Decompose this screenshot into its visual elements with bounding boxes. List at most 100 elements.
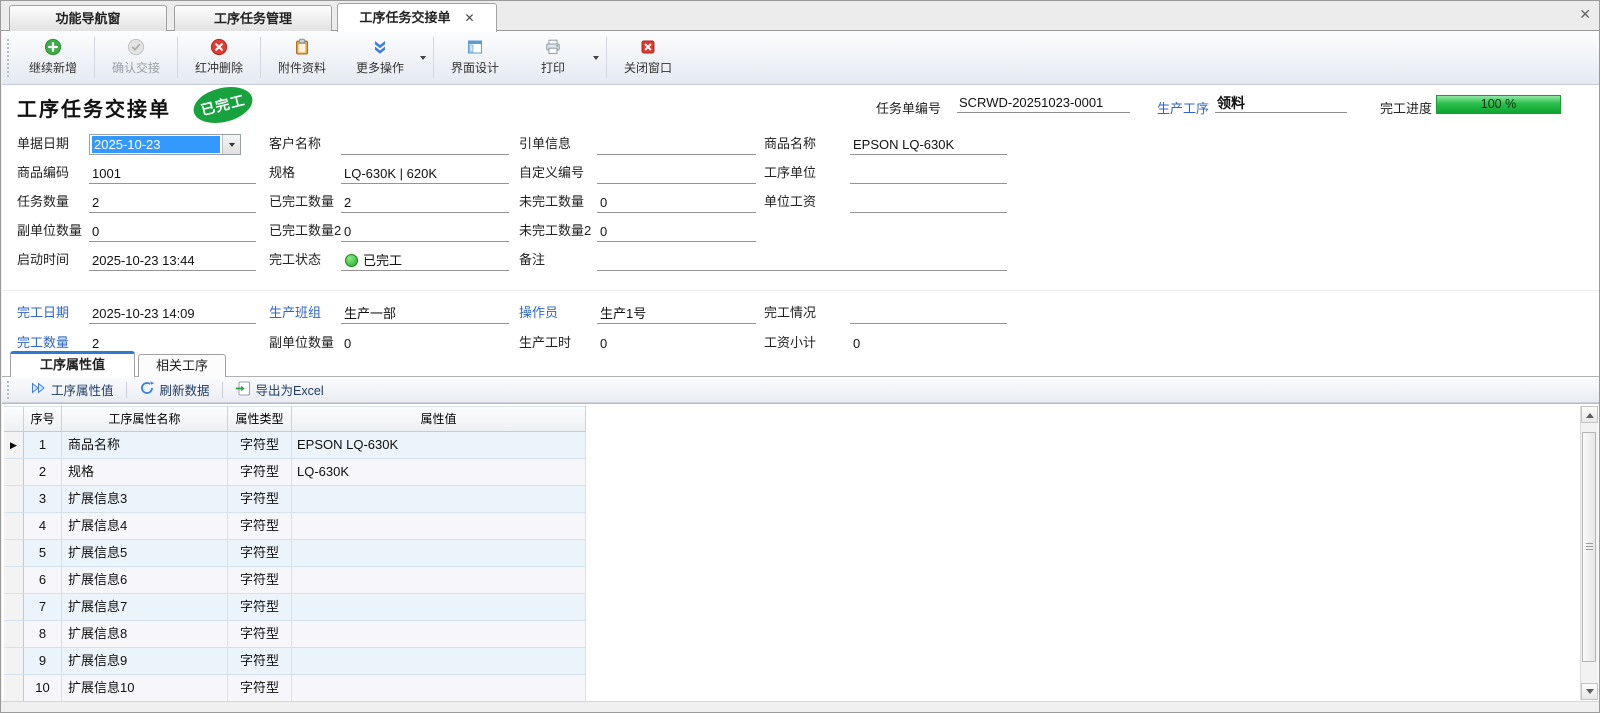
row-no-cell[interactable]: 1 <box>24 432 62 459</box>
attr-type-cell[interactable]: 字符型 <box>228 675 292 701</box>
attr-type-cell[interactable]: 字符型 <box>228 459 292 486</box>
attr-name-cell[interactable]: 扩展信息9 <box>62 648 228 675</box>
attr-type-cell[interactable]: 字符型 <box>228 567 292 594</box>
ui-design-button[interactable]: 界面设计 <box>436 31 514 84</box>
tab-process-attributes[interactable]: 工序属性值 <box>10 351 135 377</box>
tab-process-task-mgmt[interactable]: 工序任务管理 <box>174 5 332 31</box>
refresh-data-button[interactable]: 刷新数据 <box>129 379 220 401</box>
delete-circle-icon <box>210 38 228 56</box>
attr-value-cell[interactable] <box>292 675 586 701</box>
confirm-handover-button[interactable]: 确认交接 <box>97 31 175 84</box>
field-process-unit: 工序单位 <box>764 160 1007 184</box>
order-no-value[interactable]: SCRWD-20251023-0001 <box>957 93 1130 113</box>
combo-dropdown-button[interactable] <box>222 135 240 154</box>
process-value[interactable]: 领料 <box>1215 93 1347 113</box>
attr-type-cell[interactable]: 字符型 <box>228 513 292 540</box>
tab-function-nav[interactable]: 功能导航窗 <box>9 5 167 31</box>
red-delete-button[interactable]: 红冲删除 <box>180 31 258 84</box>
more-actions-button[interactable]: 更多操作 <box>341 31 419 84</box>
scrollbar-down-button[interactable] <box>1581 683 1598 700</box>
attr-name-cell[interactable]: 扩展信息5 <box>62 540 228 567</box>
attr-value-cell[interactable] <box>292 540 586 567</box>
table-row[interactable]: 4 扩展信息4 字符型 <box>4 513 586 540</box>
process-link-label[interactable]: 生产工序 <box>1157 98 1209 117</box>
attr-name-cell[interactable]: 规格 <box>62 459 228 486</box>
tab-process-handover[interactable]: 工序任务交接单✕ <box>337 3 497 32</box>
attr-name-cell[interactable]: 扩展信息10 <box>62 675 228 701</box>
process-attributes-button[interactable]: 工序属性值 <box>20 379 124 401</box>
attr-value-cell[interactable] <box>292 621 586 648</box>
print-button[interactable]: 打印 <box>514 31 592 84</box>
attr-type-cell[interactable]: 字符型 <box>228 621 292 648</box>
scrollbar-thumb[interactable] <box>1582 432 1596 662</box>
table-row[interactable]: 3 扩展信息3 字符型 <box>4 486 586 513</box>
field-finish-date: 完工日期 2025-10-23 14:09 <box>17 300 256 324</box>
attr-type-cell[interactable]: 字符型 <box>228 486 292 513</box>
attr-name-cell[interactable]: 扩展信息3 <box>62 486 228 513</box>
vertical-scrollbar[interactable] <box>1580 406 1598 700</box>
print-dropdown-arrow[interactable] <box>592 31 604 84</box>
row-no-cell[interactable]: 4 <box>24 513 62 540</box>
attr-value-cell[interactable]: LQ-630K <box>292 459 586 486</box>
attachment-button[interactable]: 附件资料 <box>263 31 341 84</box>
field-finish-status: 完工状态 已完工 <box>269 247 509 271</box>
table-row[interactable]: ▶ 1 商品名称 字符型 EPSON LQ-630K <box>4 432 586 459</box>
row-no-cell[interactable]: 8 <box>24 621 62 648</box>
table-row[interactable]: 5 扩展信息5 字符型 <box>4 540 586 567</box>
attr-value-cell[interactable] <box>292 486 586 513</box>
arrow-up-icon <box>1586 409 1594 418</box>
field-finish-condition: 完工情况 <box>764 300 1007 324</box>
toolbar-separator <box>260 37 261 78</box>
table-row[interactable]: 10 扩展信息10 字符型 <box>4 675 586 701</box>
attr-value-cell[interactable]: EPSON LQ-630K <box>292 432 586 459</box>
attr-name-cell[interactable]: 扩展信息7 <box>62 594 228 621</box>
table-row[interactable]: 8 扩展信息8 字符型 <box>4 621 586 648</box>
detail-toolbar: 工序属性值 刷新数据 导出为Excel <box>2 377 1600 403</box>
row-indicator <box>4 621 24 648</box>
attr-type-cell[interactable]: 字符型 <box>228 432 292 459</box>
toolbar-separator <box>222 382 223 398</box>
field-doc-date: 单据日期 2025-10-23 <box>17 131 241 155</box>
attr-value-cell[interactable] <box>292 648 586 675</box>
grid-header-attr-name[interactable]: 工序属性名称 <box>62 406 228 432</box>
grid-header-indicator <box>4 406 24 432</box>
grid-header-attr-value[interactable]: 属性值 <box>292 406 586 432</box>
attr-value-cell[interactable] <box>292 567 586 594</box>
grid-header-no[interactable]: 序号 <box>24 406 62 432</box>
grid-header-attr-type[interactable]: 属性类型 <box>228 406 292 432</box>
row-no-cell[interactable]: 10 <box>24 675 62 701</box>
scrollbar-up-button[interactable] <box>1581 406 1598 423</box>
row-no-cell[interactable]: 9 <box>24 648 62 675</box>
table-row[interactable]: 9 扩展信息9 字符型 <box>4 648 586 675</box>
attr-value-cell[interactable] <box>292 594 586 621</box>
more-actions-dropdown-arrow[interactable] <box>419 31 431 84</box>
row-no-cell[interactable]: 2 <box>24 459 62 486</box>
attr-type-cell[interactable]: 字符型 <box>228 648 292 675</box>
table-row[interactable]: 6 扩展信息6 字符型 <box>4 567 586 594</box>
attr-name-cell[interactable]: 扩展信息6 <box>62 567 228 594</box>
row-no-cell[interactable]: 3 <box>24 486 62 513</box>
row-no-cell[interactable]: 6 <box>24 567 62 594</box>
attr-name-cell[interactable]: 扩展信息4 <box>62 513 228 540</box>
export-excel-button[interactable]: 导出为Excel <box>225 379 334 401</box>
attr-type-cell[interactable]: 字符型 <box>228 594 292 621</box>
continue-add-button[interactable]: 继续新增 <box>14 31 92 84</box>
toolbar-grip <box>7 381 9 399</box>
row-no-cell[interactable]: 7 <box>24 594 62 621</box>
attr-value-cell[interactable] <box>292 513 586 540</box>
attr-name-cell[interactable]: 扩展信息8 <box>62 621 228 648</box>
dropdown-arrow-icon <box>593 56 599 63</box>
tab-close-icon[interactable]: ✕ <box>464 5 474 32</box>
doc-date-combobox[interactable]: 2025-10-23 <box>89 134 241 155</box>
row-no-cell[interactable]: 5 <box>24 540 62 567</box>
table-row[interactable]: 2 规格 字符型 LQ-630K <box>4 459 586 486</box>
close-window-button[interactable]: 关闭窗口 <box>609 31 687 84</box>
attr-type-cell[interactable]: 字符型 <box>228 540 292 567</box>
check-circle-icon <box>127 38 145 56</box>
attr-name-cell[interactable]: 商品名称 <box>62 432 228 459</box>
row-indicator <box>4 459 24 486</box>
tab-related-processes[interactable]: 相关工序 <box>138 354 226 377</box>
window-close-icon[interactable]: ✕ <box>1579 6 1591 23</box>
row-indicator <box>4 675 24 701</box>
table-row[interactable]: 7 扩展信息7 字符型 <box>4 594 586 621</box>
